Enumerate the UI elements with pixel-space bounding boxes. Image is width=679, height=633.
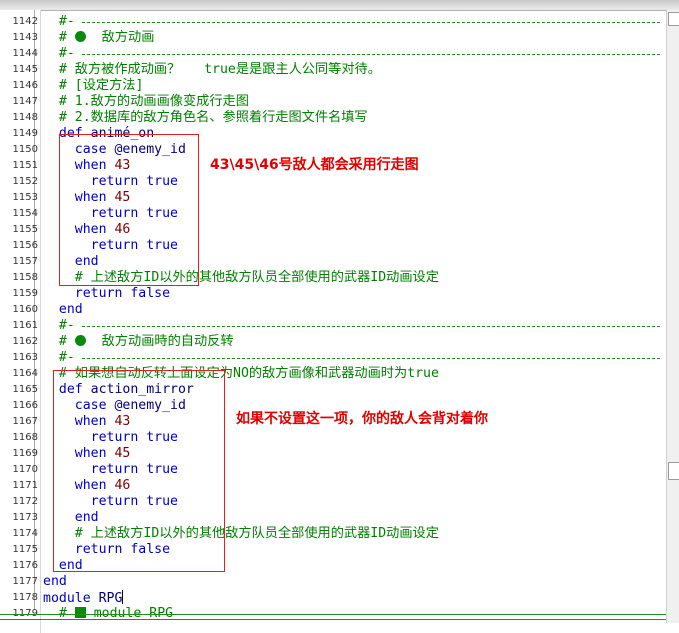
code-line[interactable]: 1163 #-: [0, 350, 679, 366]
line-number: 1145: [12, 64, 38, 75]
code-line[interactable]: 1147 # 1.敌方的动画画像变成行走图: [0, 94, 679, 110]
line-number: 1148: [12, 112, 38, 123]
code-editor[interactable]: 1142 #- 1143 # 敌方动画 1144 #- 1145 # 敌方被作成动画？…: [0, 0, 679, 633]
section-divider: [82, 22, 660, 23]
annotation-box-anime-on: [59, 134, 199, 286]
line-number: 1176: [12, 560, 38, 571]
annotation-note-walk-graphic: 43\45\46号敌人都会采用行走图: [210, 157, 419, 173]
line-number: 1157: [12, 256, 38, 267]
line-number: 1159: [12, 288, 38, 299]
line-number: 1146: [12, 80, 38, 91]
section-divider: [82, 54, 660, 55]
line-number: 1171: [12, 480, 38, 491]
line-code[interactable]: module RPG: [43, 590, 124, 607]
code-line[interactable]: 1178 module RPG: [0, 590, 679, 606]
section-divider: [82, 326, 660, 327]
line-code[interactable]: # 敌方被作成动画？ true是是跟主人公同等对待。: [43, 62, 381, 78]
line-number: 1143: [12, 32, 38, 43]
code-line[interactable]: 1143 # 敌方动画: [0, 30, 679, 46]
annotation-box-action-mirror: [53, 370, 225, 572]
line-number: 1154: [12, 208, 38, 219]
code-line[interactable]: 1142 #-: [0, 14, 679, 30]
line-code[interactable]: #-: [43, 318, 75, 334]
line-number: 1173: [12, 512, 38, 523]
line-number: 1163: [12, 352, 38, 363]
line-code[interactable]: # 2.数据库的敌方角色名、参照着行走图文件名填写: [43, 110, 368, 126]
line-number: 1150: [12, 144, 38, 155]
scroll-up-button[interactable]: [668, 12, 679, 26]
line-number: 1167: [12, 416, 38, 427]
text-cursor: [122, 590, 124, 604]
code-line[interactable]: 1146 # [设定方法]: [0, 78, 679, 94]
line-number: 1152: [12, 176, 38, 187]
line-code[interactable]: #-: [43, 350, 75, 366]
line-number: 1162: [12, 336, 38, 347]
code-line[interactable]: 1145 # 敌方被作成动画？ true是是跟主人公同等对待。: [0, 62, 679, 78]
line-number: 1174: [12, 528, 38, 539]
line-code[interactable]: # [设定方法]: [43, 78, 144, 94]
line-code[interactable]: # 1.敌方的动画画像变成行走图: [43, 94, 249, 110]
line-code[interactable]: end: [43, 302, 83, 318]
line-number: 1149: [12, 128, 38, 139]
line-number: 1142: [12, 16, 38, 27]
line-number: 1156: [12, 240, 38, 251]
line-code[interactable]: return false: [43, 286, 170, 302]
section-divider: [82, 358, 660, 359]
line-number: 1164: [12, 368, 38, 379]
line-number: 1151: [12, 160, 38, 171]
line-number: 1169: [12, 448, 38, 459]
scroll-thumb[interactable]: [668, 462, 679, 480]
vertical-scrollbar[interactable]: [666, 10, 679, 623]
line-code[interactable]: # 敌方动画時的自动反转: [43, 334, 234, 350]
editor-top-edge: [0, 0, 679, 11]
bullet-icon: [74, 31, 86, 42]
annotation-note-back-facing: 如果不设置这一项，你的敌人会背对着你: [236, 411, 488, 427]
line-code[interactable]: #-: [43, 14, 75, 30]
line-number: 1160: [12, 304, 38, 315]
line-number: 1166: [12, 400, 38, 411]
line-number: 1178: [12, 592, 38, 603]
code-line[interactable]: 1159 return false: [0, 286, 679, 302]
line-number: 1170: [12, 464, 38, 475]
line-number: 1158: [12, 272, 38, 283]
line-number: 1165: [12, 384, 38, 395]
code-line[interactable]: 1161 #-: [0, 318, 679, 334]
line-number: 1175: [12, 544, 38, 555]
code-line[interactable]: 1160 end: [0, 302, 679, 318]
line-number: 1172: [12, 496, 38, 507]
section-divider-double: [0, 614, 666, 620]
code-line[interactable]: 1162 # 敌方动画時的自动反转: [0, 334, 679, 350]
code-line[interactable]: 1177 end: [0, 574, 679, 590]
line-number: 1161: [12, 320, 38, 331]
line-number: 1153: [12, 192, 38, 203]
line-number: 1168: [12, 432, 38, 443]
line-number: 1177: [12, 576, 38, 587]
code-line[interactable]: 1148 # 2.数据库的敌方角色名、参照着行走图文件名填写: [0, 110, 679, 126]
line-code[interactable]: end: [43, 574, 67, 590]
line-number: 1144: [12, 48, 38, 59]
line-code[interactable]: # 敌方动画: [43, 30, 155, 46]
code-line[interactable]: 1144 #-: [0, 46, 679, 62]
line-number: 1147: [12, 96, 38, 107]
line-code[interactable]: #-: [43, 46, 75, 62]
line-number: 1155: [12, 224, 38, 235]
bullet-icon: [74, 335, 86, 346]
